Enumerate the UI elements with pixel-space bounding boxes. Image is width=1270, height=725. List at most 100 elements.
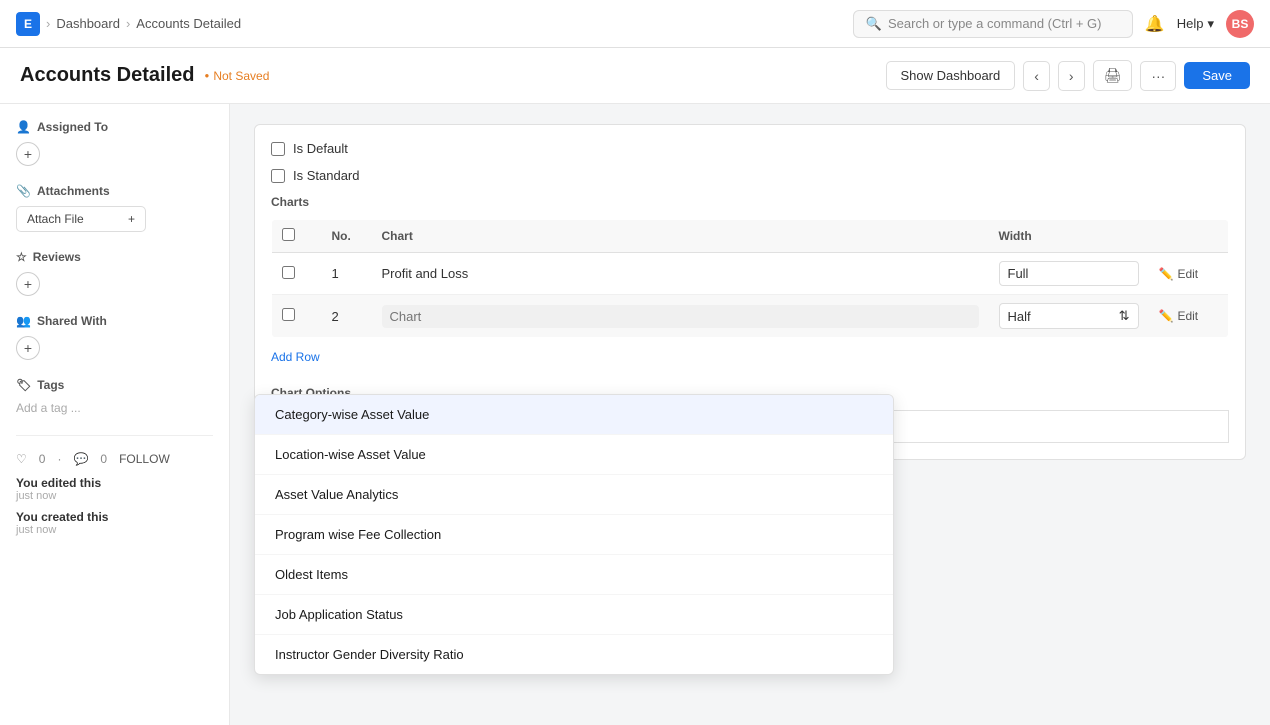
avatar[interactable]: BS: [1226, 10, 1254, 38]
main-layout: 👤 Assigned To + 📎 Attachments Attach Fil…: [0, 104, 1270, 725]
dropdown-item[interactable]: Asset Value Analytics: [255, 475, 893, 515]
row1-actions: ✏️ Edit: [1149, 253, 1229, 295]
prev-button[interactable]: ‹: [1023, 61, 1050, 91]
edit-icon: ✏️: [1159, 267, 1174, 281]
dropdown-item[interactable]: Category-wise Asset Value: [255, 395, 893, 435]
row2-actions: ✏️ Edit: [1149, 295, 1229, 338]
meta-likes-comments: ♡ 0 · 💬 0 FOLLOW: [16, 452, 213, 466]
row2-width-select[interactable]: Half ⇅: [999, 303, 1139, 329]
row2-chart-input[interactable]: [382, 305, 979, 328]
help-button[interactable]: Help ▾: [1177, 16, 1214, 32]
breadcrumb-current: Accounts Detailed: [136, 16, 241, 31]
print-button[interactable]: 🖨: [1093, 60, 1133, 91]
dropdown-item[interactable]: Oldest Items: [255, 555, 893, 595]
like-icon: ♡: [16, 452, 27, 466]
star-icon: ☆: [16, 250, 27, 264]
shared-with-section: 👥 Shared With +: [16, 314, 213, 360]
help-label: Help: [1177, 16, 1204, 31]
attach-file-button[interactable]: Attach File +: [16, 206, 146, 232]
chart-dropdown: Category-wise Asset Value Location-wise …: [254, 394, 894, 675]
attachments-section: 📎 Attachments Attach File +: [16, 184, 213, 232]
row2-width: Half ⇅: [989, 295, 1149, 338]
row2-edit-button[interactable]: ✏️ Edit: [1159, 309, 1219, 323]
page-title: Accounts Detailed: [20, 64, 194, 87]
attach-plus-icon: +: [128, 212, 135, 226]
row2-checkbox[interactable]: [282, 308, 295, 321]
breadcrumb: E › Dashboard › Accounts Detailed: [16, 12, 241, 36]
add-assigned-button[interactable]: +: [16, 142, 40, 166]
save-button[interactable]: Save: [1184, 62, 1250, 89]
search-bar[interactable]: 🔍 Search or type a command (Ctrl + G): [853, 10, 1133, 38]
activity-created-time: just now: [16, 524, 213, 536]
row2-chart-cell: [372, 295, 989, 338]
dropdown-item[interactable]: Instructor Gender Diversity Ratio: [255, 635, 893, 674]
activity-created: You created this just now: [16, 510, 213, 536]
select-all-checkbox[interactable]: [282, 228, 295, 241]
more-options-button[interactable]: ···: [1140, 61, 1176, 91]
is-standard-label: Is Standard: [293, 168, 360, 183]
comment-icon: 💬: [73, 452, 88, 466]
col-header-chart: Chart: [372, 220, 989, 253]
col-header-actions: [1149, 220, 1229, 253]
nav-right: 🔍 Search or type a command (Ctrl + G) 🔔 …: [853, 10, 1254, 38]
dropdown-item[interactable]: Location-wise Asset Value: [255, 435, 893, 475]
tags-title: 🏷 Tags: [16, 378, 213, 392]
app-logo[interactable]: E: [16, 12, 40, 36]
col-header-width: Width: [989, 220, 1149, 253]
row1-checkbox[interactable]: [282, 266, 295, 279]
table-header-row: No. Chart Width: [272, 220, 1229, 253]
edit2-icon: ✏️: [1159, 309, 1174, 323]
row1-width: Full: [989, 253, 1149, 295]
comments-count: 0: [100, 452, 107, 466]
next-button[interactable]: ›: [1058, 61, 1085, 91]
row1-width-select[interactable]: Full: [999, 261, 1139, 286]
row1-chart: Profit and Loss: [372, 253, 989, 295]
is-default-checkbox[interactable]: [271, 142, 285, 156]
is-standard-row: Is Standard: [271, 168, 1229, 183]
row1-no: 1: [322, 253, 372, 295]
row2-no: 2: [322, 295, 372, 338]
dot-sep: ·: [57, 452, 61, 466]
is-default-label: Is Default: [293, 141, 348, 156]
paperclip-icon: 📎: [16, 184, 31, 198]
add-review-button[interactable]: +: [16, 272, 40, 296]
breadcrumb-sep2: ›: [126, 16, 130, 31]
assigned-to-title: 👤 Assigned To: [16, 120, 213, 134]
dropdown-item[interactable]: Job Application Status: [255, 595, 893, 635]
chevron-down-icon: ▾: [1207, 16, 1214, 32]
page-title-area: Accounts Detailed Not Saved: [20, 64, 269, 87]
not-saved-badge: Not Saved: [204, 69, 269, 83]
activity-created-action: created this: [41, 510, 108, 524]
user-icon: 👤: [16, 120, 31, 134]
follow-button[interactable]: FOLLOW: [119, 452, 170, 466]
breadcrumb-dashboard[interactable]: Dashboard: [56, 16, 120, 31]
add-shared-button[interactable]: +: [16, 336, 40, 360]
search-placeholder: Search or type a command (Ctrl + G): [888, 16, 1102, 31]
spinners-icon: ⇅: [1119, 308, 1130, 324]
top-nav: E › Dashboard › Accounts Detailed 🔍 Sear…: [0, 0, 1270, 48]
row1-checkbox-cell: [272, 253, 322, 295]
add-tag-link[interactable]: Add a tag ...: [16, 401, 81, 415]
tag-icon: 🏷: [16, 378, 31, 392]
show-dashboard-button[interactable]: Show Dashboard: [886, 61, 1016, 90]
share-icon: 👥: [16, 314, 31, 328]
attachments-title: 📎 Attachments: [16, 184, 213, 198]
main-content: Is Default Is Standard Charts No. Chart …: [230, 104, 1270, 725]
charts-label: Charts: [271, 195, 1229, 209]
sidebar: 👤 Assigned To + 📎 Attachments Attach Fil…: [0, 104, 230, 725]
notifications-icon[interactable]: 🔔: [1145, 14, 1165, 34]
dropdown-item[interactable]: Program wise Fee Collection: [255, 515, 893, 555]
breadcrumb-sep1: ›: [46, 16, 50, 31]
col-header-no: No.: [322, 220, 372, 253]
reviews-title: ☆ Reviews: [16, 250, 213, 264]
is-standard-checkbox[interactable]: [271, 169, 285, 183]
tags-section: 🏷 Tags Add a tag ...: [16, 378, 213, 415]
table-row: 1 Profit and Loss Full ✏️ Edit: [272, 253, 1229, 295]
shared-with-title: 👥 Shared With: [16, 314, 213, 328]
reviews-section: ☆ Reviews +: [16, 250, 213, 296]
activity-edited-time: just now: [16, 490, 213, 502]
header-actions: Show Dashboard ‹ › 🖨 ··· Save: [886, 60, 1251, 91]
add-row-button[interactable]: Add Row: [271, 344, 320, 370]
row1-edit-button[interactable]: ✏️ Edit: [1159, 267, 1219, 281]
page-header: Accounts Detailed Not Saved Show Dashboa…: [0, 48, 1270, 104]
